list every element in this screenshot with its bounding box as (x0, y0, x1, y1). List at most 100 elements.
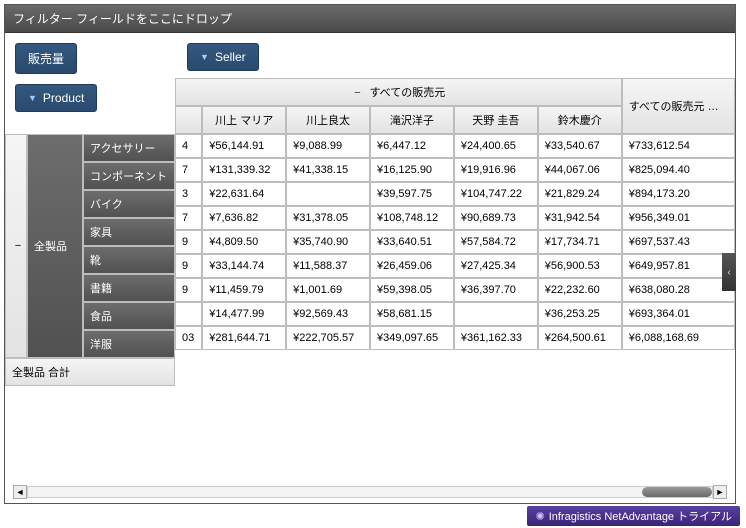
data-cell: ¥6,447.12 (370, 134, 454, 158)
data-cell: ¥27,425.34 (454, 254, 538, 278)
grand-total-col-cell: ¥361,162.33 (454, 326, 538, 350)
data-cell: ¥56,144.91 (202, 134, 286, 158)
data-cell: ¥36,253.25 (538, 302, 622, 326)
row-header-table: −全製品アクセサリーコンポーネントバイク家具靴書籍食品洋服全製品 合計 (5, 134, 175, 386)
row-total-cell: ¥638,080.28 (622, 278, 735, 302)
data-cell: ¥31,942.54 (538, 206, 622, 230)
grand-total-cell: ¥6,088,168.69 (622, 326, 735, 350)
grand-total-row-header: 全製品 合計 (5, 358, 175, 386)
column-group-label: すべての販売元 (369, 87, 445, 99)
truncated-cell: 7 (175, 206, 202, 230)
scroll-track[interactable] (27, 486, 713, 498)
sales-volume-button[interactable]: 販売量 (15, 43, 77, 74)
data-cell: ¥59,398.05 (370, 278, 454, 302)
data-cell: ¥22,631.64 (202, 182, 286, 206)
product-dropdown[interactable]: ▼Product (15, 84, 97, 112)
horizontal-scrollbar[interactable]: ◄ ► (13, 485, 727, 499)
truncated-cell: 3 (175, 182, 202, 206)
category-row-header[interactable]: バイク (83, 190, 175, 218)
hidden-col-header (175, 106, 202, 134)
grand-total-col-cell: ¥222,705.57 (286, 326, 370, 350)
truncated-cell: 03 (175, 326, 202, 350)
chevron-down-icon: ▼ (200, 52, 209, 62)
row-header-row: −全製品アクセサリー (5, 134, 175, 162)
data-cell: ¥56,900.53 (538, 254, 622, 278)
category-row-header[interactable]: 書籍 (83, 274, 175, 302)
data-cell: ¥90,689.73 (454, 206, 538, 230)
data-cell: ¥39,597.75 (370, 182, 454, 206)
data-cell: ¥33,540.67 (538, 134, 622, 158)
row-total-cell: ¥697,537.43 (622, 230, 735, 254)
filter-drop-area[interactable]: フィルター フィールドをここにドロップ (5, 5, 735, 33)
side-expander[interactable]: ‹ (722, 253, 736, 291)
seller-dropdown[interactable]: ▼ Seller (187, 43, 259, 71)
scroll-left-arrow[interactable]: ◄ (13, 485, 27, 499)
data-cell: ¥33,144.74 (202, 254, 286, 278)
table-row: 3¥22,631.64¥39,597.75¥104,747.22¥21,829.… (175, 182, 735, 206)
data-cell (286, 182, 370, 206)
data-cell: ¥31,378.05 (286, 206, 370, 230)
truncated-cell: 7 (175, 158, 202, 182)
row-total-cell: ¥956,349.01 (622, 206, 735, 230)
collapse-icon: − (12, 240, 24, 252)
seller-label: Seller (215, 50, 246, 64)
collapse-icon[interactable]: − (351, 87, 363, 99)
data-cell: ¥24,400.65 (454, 134, 538, 158)
grand-total-row-label: 全製品 合計 (5, 358, 175, 386)
scroll-right-arrow[interactable]: ► (713, 485, 727, 499)
data-cell: ¥108,748.12 (370, 206, 454, 230)
data-cell: ¥36,397.70 (454, 278, 538, 302)
category-row-header[interactable]: 家具 (83, 218, 175, 246)
row-total-cell: ¥894,173.20 (622, 182, 735, 206)
row-group-expander[interactable]: − (5, 134, 27, 358)
data-cell: ¥41,338.15 (286, 158, 370, 182)
column-group-header[interactable]: −すべての販売元 (175, 78, 622, 106)
trial-badge[interactable]: ✺ Infragistics NetAdvantage トライアル (527, 506, 740, 526)
scroll-thumb[interactable] (642, 487, 712, 497)
row-total-cell: ¥649,957.81 (622, 254, 735, 278)
truncated-cell (175, 302, 202, 326)
sales-volume-label: 販売量 (28, 50, 64, 67)
data-cell: ¥131,339.32 (202, 158, 286, 182)
data-cell: ¥7,636.82 (202, 206, 286, 230)
data-cell: ¥17,734.71 (538, 230, 622, 254)
data-cell: ¥33,640.51 (370, 230, 454, 254)
table-row: 7¥7,636.82¥31,378.05¥108,748.12¥90,689.7… (175, 206, 735, 230)
table-row: 9¥4,809.50¥35,740.90¥33,640.51¥57,584.72… (175, 230, 735, 254)
pivot-grid: −すべての販売元 すべての販売元 合計 川上 マリア川上良太滝沢洋子天野 圭吾鈴… (175, 78, 735, 350)
seller-col-header[interactable]: 天野 圭吾 (454, 106, 538, 134)
data-cell: ¥57,584.72 (454, 230, 538, 254)
row-headers-block: ▼Product −全製品アクセサリーコンポーネントバイク家具靴書籍食品洋服全製… (5, 78, 175, 386)
table-row: 4¥56,144.91¥9,088.99¥6,447.12¥24,400.65¥… (175, 134, 735, 158)
data-cell: ¥26,459.06 (370, 254, 454, 278)
truncated-cell: 9 (175, 230, 202, 254)
pivot-body: ▼Product −全製品アクセサリーコンポーネントバイク家具靴書籍食品洋服全製… (5, 78, 735, 386)
data-cell: ¥14,477.99 (202, 302, 286, 326)
grand-total-col-cell: ¥349,097.65 (370, 326, 454, 350)
table-row: 7¥131,339.32¥41,338.15¥16,125.90¥19,916.… (175, 158, 735, 182)
row-total-cell: ¥693,364.01 (622, 302, 735, 326)
category-row-header[interactable]: コンポーネント (83, 162, 175, 190)
row-group-label[interactable]: 全製品 (27, 134, 83, 358)
category-row-header[interactable]: 靴 (83, 246, 175, 274)
table-row: 9¥11,459.79¥1,001.69¥59,398.05¥36,397.70… (175, 278, 735, 302)
chevron-left-icon: ‹ (727, 267, 730, 278)
data-cell: ¥16,125.90 (370, 158, 454, 182)
data-cell: ¥9,088.99 (286, 134, 370, 158)
seller-col-header[interactable]: 川上良太 (286, 106, 370, 134)
seller-col-header[interactable]: 滝沢洋子 (370, 106, 454, 134)
gear-icon: ✺ (535, 510, 544, 523)
seller-col-header[interactable]: 川上 マリア (202, 106, 286, 134)
product-label: Product (43, 91, 84, 105)
pivot-root: フィルター フィールドをここにドロップ 販売量 ▼ Seller ▼Product… (4, 4, 736, 504)
data-cell: ¥104,747.22 (454, 182, 538, 206)
category-row-header[interactable]: 洋服 (83, 330, 175, 358)
category-row-header[interactable]: アクセサリー (83, 134, 175, 162)
seller-col-header[interactable]: 鈴木慶介 (538, 106, 622, 134)
grand-total-col-cell: ¥281,644.71 (202, 326, 286, 350)
grand-total-col-header: すべての販売元 合計 (622, 78, 735, 134)
category-row-header[interactable]: 食品 (83, 302, 175, 330)
data-cell: ¥11,588.37 (286, 254, 370, 278)
table-row: ¥14,477.99¥92,569.43¥58,681.15¥36,253.25… (175, 302, 735, 326)
data-cell: ¥1,001.69 (286, 278, 370, 302)
